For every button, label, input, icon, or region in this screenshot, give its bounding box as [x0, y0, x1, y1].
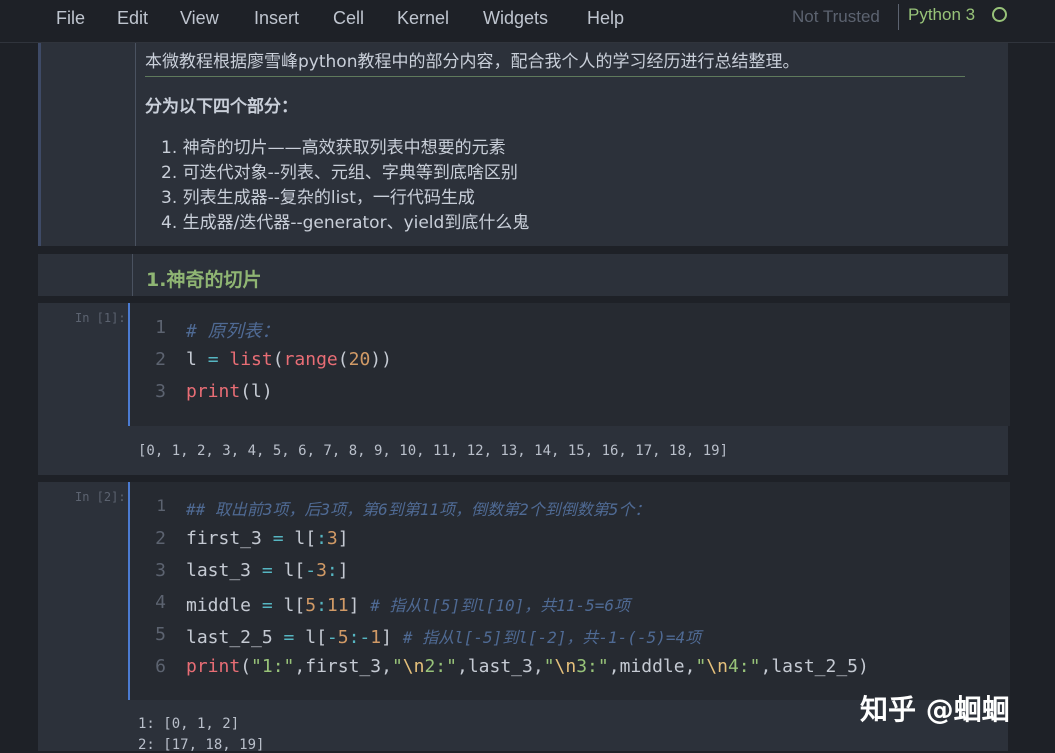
- output-area-1: [0, 1, 2, 3, 4, 5, 6, 7, 8, 9, 10, 11, 1…: [38, 428, 1008, 475]
- code-editor[interactable]: 1 # 原列表： 2l = list(range(20)) 3 print(l): [128, 303, 1010, 426]
- menu-view[interactable]: View: [180, 8, 219, 29]
- list-item-text: 可迭代对象--列表、元组、字典等到底啥区别: [182, 163, 518, 183]
- output-line: 1: [0, 1, 2]: [138, 716, 240, 732]
- menu-kernel[interactable]: Kernel: [397, 8, 449, 29]
- list-item-text: 列表生成器--复杂的list，一行代码生成: [182, 188, 475, 208]
- intro-markdown-content: 本微教程根据廖雪峰python教程中的部分内容，配合我个人的学习经历进行总结整理…: [135, 43, 1008, 246]
- menu-insert[interactable]: Insert: [254, 8, 299, 29]
- menu-file[interactable]: File: [56, 8, 85, 29]
- horizontal-rule: [145, 76, 965, 77]
- heading-markdown-content: 1.神奇的切片: [132, 254, 1008, 296]
- code-cell-1[interactable]: In [1]: 1 # 原列表： 2l = list(range(20)) 3 pr…: [38, 303, 1010, 428]
- trust-status-button[interactable]: Not Trusted: [792, 7, 880, 27]
- list-item-text: 生成器/迭代器--generator、yield到底什么鬼: [182, 213, 530, 233]
- heading-markdown-cell[interactable]: 1.神奇的切片: [38, 254, 1008, 296]
- kernel-name[interactable]: Python 3: [908, 5, 975, 25]
- menu-cell[interactable]: Cell: [333, 8, 364, 29]
- code-cell-2[interactable]: In [2]: 1 ## 取出前3项，后3项，第6到第11项，倒数第2个到倒数第5…: [38, 482, 1010, 702]
- list-item: 4. 生成器/迭代器--generator、yield到底什么鬼: [161, 213, 530, 233]
- code-editor[interactable]: 1 ## 取出前3项，后3项，第6到第11项，倒数第2个到倒数第5个： 2 firs…: [128, 482, 1010, 700]
- list-item-text: 神奇的切片——高效获取列表中想要的元素: [182, 138, 506, 158]
- list-item: 2. 可迭代对象--列表、元组、字典等到底啥区别: [161, 163, 518, 183]
- list-item: 3. 列表生成器--复杂的list，一行代码生成: [161, 188, 475, 208]
- input-prompt: In [1]:: [75, 311, 126, 325]
- menu-widgets[interactable]: Widgets: [483, 8, 548, 29]
- input-prompt: In [2]:: [75, 490, 126, 504]
- intro-subheading: 分为以下四个部分：: [145, 97, 298, 117]
- section-heading: 1.神奇的切片: [146, 269, 262, 291]
- watermark: 知乎 @蛔蛔: [860, 693, 1010, 726]
- menubar: File Edit View Insert Cell Kernel Widget…: [0, 0, 1055, 43]
- intro-markdown-cell[interactable]: 本微教程根据廖雪峰python教程中的部分内容，配合我个人的学习经历进行总结整理…: [38, 43, 1008, 246]
- intro-paragraph: 本微教程根据廖雪峰python教程中的部分内容，配合我个人的学习经历进行总结整理…: [145, 52, 800, 72]
- menu-edit[interactable]: Edit: [117, 8, 148, 29]
- output-text: [0, 1, 2, 3, 4, 5, 6, 7, 8, 9, 10, 11, 1…: [138, 443, 729, 459]
- kernel-idle-icon: [992, 7, 1007, 22]
- list-item: 1. 神奇的切片——高效获取列表中想要的元素: [161, 138, 506, 158]
- menu-help[interactable]: Help: [587, 8, 624, 29]
- kernel-divider: [898, 4, 899, 30]
